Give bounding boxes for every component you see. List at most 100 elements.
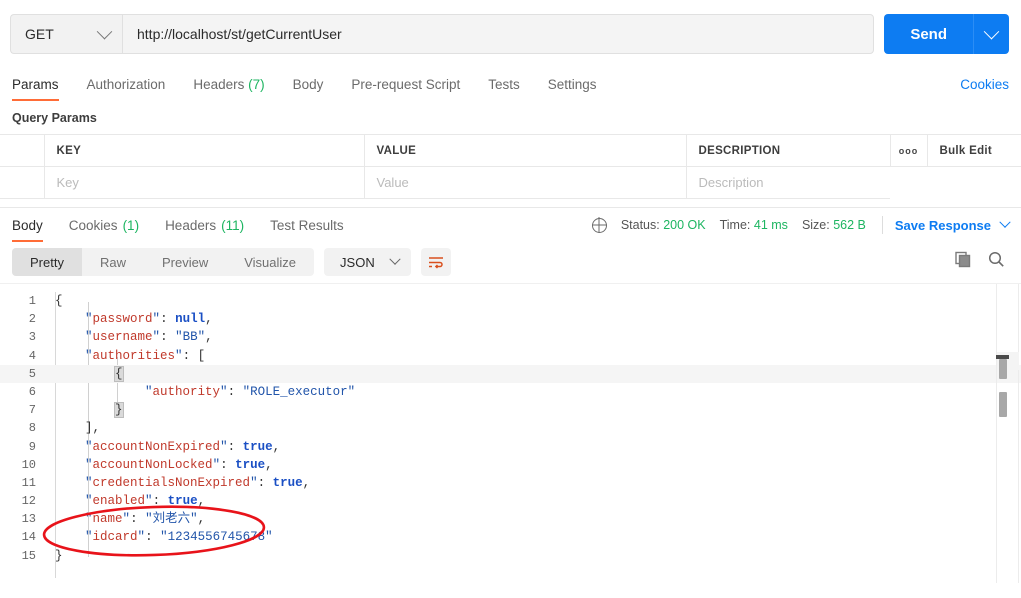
code-line: 12 "enabled": true, — [0, 492, 1021, 510]
tab-headers[interactable]: Headers (7) — [193, 77, 264, 101]
line-content: "name": "刘老六", — [85, 512, 206, 527]
time-value: 41 ms — [753, 218, 788, 232]
line-content: } — [114, 402, 124, 419]
format-preview[interactable]: Preview — [144, 248, 226, 276]
code-scroll-thumb-lower[interactable] — [999, 392, 1007, 417]
http-method-label: GET — [25, 26, 54, 42]
tab-authorization[interactable]: Authorization — [87, 77, 166, 101]
code-line: 1 { — [0, 292, 1021, 310]
http-method-select[interactable]: GET — [10, 14, 122, 54]
code-scroll-track[interactable] — [996, 284, 997, 583]
response-meta: Status: 200 OK Time: 41 ms Size: 562 B S… — [591, 216, 1011, 234]
line-number: 9 — [28, 439, 36, 454]
line-number: 14 — [21, 530, 36, 545]
code-line: 7 } — [0, 401, 1021, 419]
row-value-input[interactable]: Value — [363, 166, 687, 199]
tab-tests-label: Tests — [488, 77, 520, 92]
format-segment-group: Pretty Raw Preview Visualize — [12, 248, 315, 276]
tab-settings[interactable]: Settings — [548, 77, 597, 101]
tab-headers-count: (7) — [248, 77, 265, 92]
line-content: "accountNonLocked": true, — [85, 457, 273, 472]
header-bulk-edit-cell: Bulk Edit — [926, 134, 1021, 167]
row-description-input[interactable]: Description — [685, 166, 890, 199]
line-content: } — [55, 548, 63, 563]
line-content: "credentialsNonExpired": true, — [85, 475, 311, 490]
code-line: 8 ], — [0, 419, 1021, 437]
request-tabs: Params Authorization Headers (7) Body Pr… — [0, 68, 1021, 101]
status-label: Status: — [620, 218, 660, 232]
request-url-input[interactable] — [122, 14, 875, 54]
code-line: 2 "password": null, — [0, 310, 1021, 328]
send-options-button[interactable] — [973, 14, 1009, 54]
meta-divider — [881, 216, 883, 234]
line-number: 12 — [21, 494, 36, 509]
tab-params[interactable]: Params — [12, 77, 59, 101]
time-item: Time: 41 ms — [720, 218, 788, 232]
tab-tests[interactable]: Tests — [488, 77, 520, 101]
line-number: 13 — [21, 512, 36, 527]
postman-app-window: GET Send Params Authorization Headers (7… — [0, 0, 1021, 598]
code-minimap-track[interactable] — [1018, 284, 1019, 583]
table-row: Key Value Description — [0, 166, 1021, 199]
more-options-icon[interactable]: ooo — [891, 146, 927, 156]
row-checkbox-cell[interactable] — [0, 166, 45, 199]
code-line-highlighted: 5 { — [0, 364, 1021, 383]
line-content: { — [114, 365, 124, 382]
language-label: JSON — [340, 254, 375, 270]
status-value: 200 OK — [663, 218, 706, 232]
save-response-label: Save Response — [894, 217, 991, 233]
line-content: "username": "BB", — [85, 330, 213, 345]
language-select[interactable]: JSON — [324, 248, 411, 276]
line-number: 4 — [28, 348, 36, 363]
save-response-button[interactable]: Save Response — [894, 216, 1011, 233]
header-description: DESCRIPTION — [685, 134, 891, 167]
row-bulk-cell — [927, 167, 1021, 199]
tab-params-label: Params — [12, 77, 59, 92]
line-number: 5 — [28, 366, 36, 381]
response-tab-body[interactable]: Body — [12, 208, 43, 242]
size-value: 562 B — [833, 218, 866, 232]
copy-icon[interactable] — [955, 251, 972, 273]
query-params-table: KEY VALUE DESCRIPTION ooo Bulk Edit Key … — [0, 134, 1021, 199]
response-body-code-viewer[interactable]: 1 { 2 "password": null, 3 "username": "B… — [0, 283, 1021, 583]
tab-pre-request-script[interactable]: Pre-request Script — [351, 77, 460, 101]
size-label: Size: — [801, 218, 830, 232]
code-line: 11 "credentialsNonExpired": true, — [0, 474, 1021, 492]
word-wrap-icon — [428, 256, 443, 269]
line-content: "enabled": true, — [85, 494, 206, 509]
tab-body[interactable]: Body — [293, 77, 324, 101]
format-pretty[interactable]: Pretty — [12, 248, 82, 276]
response-tabs-bar: Body Cookies (1) Headers (11) Test Resul… — [0, 208, 1021, 242]
code-line: 6 "authority": "ROLE_executor" — [0, 383, 1021, 401]
format-visualize[interactable]: Visualize — [226, 248, 314, 276]
line-number: 11 — [21, 475, 36, 490]
code-scroll-thumb-upper[interactable] — [999, 359, 1007, 379]
response-tab-headers[interactable]: Headers (11) — [165, 208, 244, 242]
send-button[interactable]: Send — [884, 14, 973, 54]
line-number: 2 — [28, 312, 36, 327]
row-key-input[interactable]: Key — [43, 166, 365, 199]
bulk-edit-button[interactable]: Bulk Edit — [940, 145, 993, 157]
header-value: VALUE — [363, 134, 687, 167]
word-wrap-button[interactable] — [420, 248, 451, 276]
cookies-link[interactable]: Cookies — [960, 77, 1009, 101]
size-item: Size: 562 B — [802, 218, 866, 232]
response-action-icons — [955, 251, 1009, 273]
line-content: "accountNonExpired": true, — [85, 439, 281, 454]
globe-icon — [591, 217, 607, 233]
line-content: "idcard": "1234556745678" — [85, 530, 273, 545]
line-number: 6 — [28, 384, 36, 399]
response-tab-headers-label: Headers — [165, 217, 217, 233]
tab-body-label: Body — [292, 77, 324, 92]
response-tab-test-results-label: Test Results — [270, 217, 344, 233]
code-line: 4 "authorities": [ — [0, 347, 1021, 365]
code-line: 3 "username": "BB", — [0, 328, 1021, 346]
line-number: 15 — [21, 548, 36, 563]
line-number: 3 — [28, 330, 36, 345]
response-tab-cookies[interactable]: Cookies (1) — [69, 208, 139, 242]
tab-headers-label: Headers — [193, 77, 245, 92]
format-raw[interactable]: Raw — [82, 248, 144, 276]
response-tab-test-results[interactable]: Test Results — [270, 208, 344, 242]
search-icon[interactable] — [988, 251, 1005, 273]
chevron-down-icon — [389, 253, 401, 265]
